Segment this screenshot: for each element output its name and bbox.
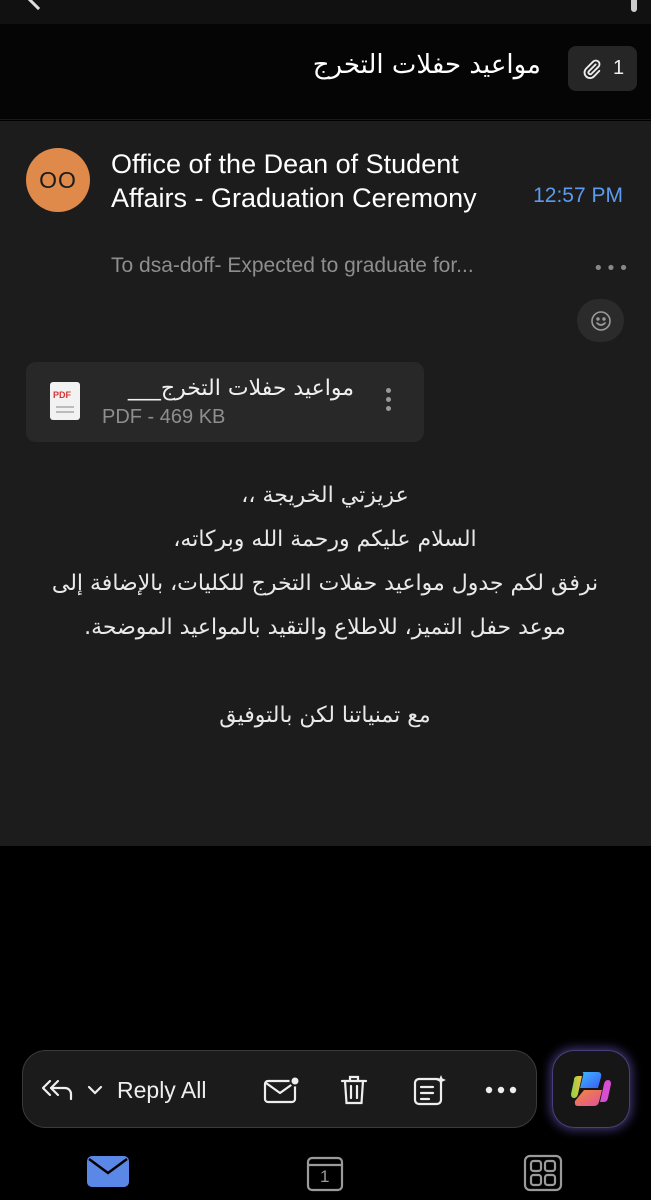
- status-strip: [0, 0, 651, 24]
- copilot-icon: [571, 1072, 611, 1106]
- sender-name[interactable]: Office of the Dean of Student Affairs - …: [111, 147, 521, 215]
- body-line: نرفق لكم جدول مواعيد حفلات التخرج للكليا…: [51, 571, 599, 596]
- summarize-button[interactable]: [413, 1051, 447, 1129]
- mark-unread-button[interactable]: [263, 1051, 301, 1129]
- summarize-icon: [413, 1075, 446, 1106]
- attachment-meta: PDF - 469 KB: [102, 406, 226, 428]
- message-time: 12:57 PM: [533, 184, 623, 207]
- body-line: موعد حفل التميز، للاطلاع والتقيد بالمواع…: [84, 615, 566, 640]
- chevron-down-icon[interactable]: [85, 1083, 105, 1097]
- body-line: مع تمنياتنا لكن بالتوفيق: [219, 703, 431, 728]
- scroll-indicator: [631, 0, 637, 12]
- back-chevron-icon[interactable]: [23, 0, 53, 11]
- more-icon: [485, 1086, 517, 1094]
- body-line: عزيزتي الخريجة ،،: [241, 483, 409, 508]
- reaction-button[interactable]: [577, 299, 624, 342]
- tab-apps[interactable]: [523, 1154, 563, 1192]
- paperclip-icon: [583, 59, 601, 79]
- bottom-tab-bar: 1: [0, 1140, 651, 1200]
- reply-all-icon: [41, 1079, 73, 1101]
- attachment-menu-icon[interactable]: [386, 388, 392, 415]
- recipients-line[interactable]: To dsa-doff- Expected to graduate for...: [111, 254, 571, 278]
- reply-all-button[interactable]: Reply All: [41, 1051, 206, 1129]
- tab-mail[interactable]: [86, 1154, 130, 1188]
- mark-unread-icon: [263, 1075, 301, 1104]
- smiley-icon: [590, 310, 611, 331]
- more-actions-button[interactable]: [485, 1051, 517, 1129]
- avatar[interactable]: OO: [26, 148, 90, 212]
- tab-calendar[interactable]: 1: [305, 1154, 345, 1192]
- reply-all-label: Reply All: [117, 1076, 207, 1103]
- action-bar: Reply All: [22, 1050, 537, 1128]
- ellipsis-icon[interactable]: •••: [593, 258, 631, 279]
- body-line: السلام عليكم ورحمة الله وبركاته،: [173, 527, 477, 552]
- apps-icon: [523, 1154, 563, 1192]
- pdf-icon-label: PDF: [53, 390, 71, 400]
- attachment-count: 1: [612, 57, 625, 79]
- calendar-day: 1: [320, 1167, 330, 1186]
- mail-icon: [87, 1156, 129, 1187]
- trash-icon: [340, 1075, 368, 1105]
- copilot-button[interactable]: [552, 1050, 630, 1128]
- email-subject: مواعيد حفلات التخرج: [312, 50, 541, 80]
- attachment-name: مواعيد حفلات التخرج___: [127, 376, 354, 401]
- delete-button[interactable]: [339, 1051, 369, 1129]
- attachment-count-button[interactable]: 1: [568, 46, 637, 91]
- pdf-file-icon: PDF: [50, 382, 80, 420]
- attachment-card[interactable]: PDF مواعيد حفلات التخرج___ PDF - 469 KB: [26, 362, 424, 442]
- pdf-line: [56, 406, 74, 408]
- message-body: عزيزتي الخريجة ،، السلام عليكم ورحمة الل…: [20, 474, 630, 738]
- pdf-line: [56, 411, 74, 413]
